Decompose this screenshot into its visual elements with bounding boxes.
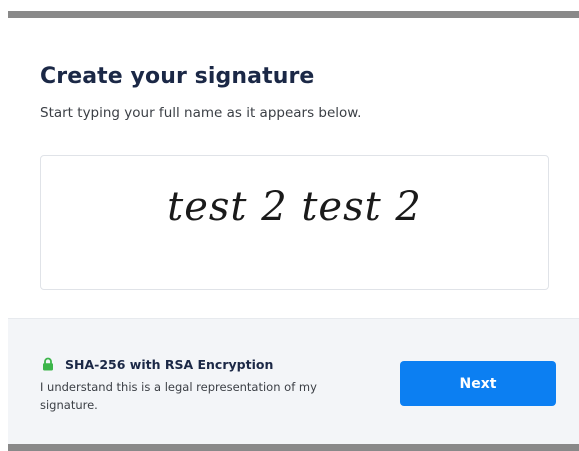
modal-title: Create your signature [40, 64, 315, 89]
overlay-top-edge [8, 11, 579, 18]
modal-subtitle: Start typing your full name as it appear… [40, 105, 362, 121]
signature-modal: Create your signature Start typing your … [8, 18, 579, 444]
screen: Create your signature Start typing your … [0, 0, 579, 451]
signature-preview-text: test 2 test 2 [167, 184, 422, 230]
signature-preview-box[interactable]: test 2 test 2 [40, 155, 549, 290]
modal-footer: SHA-256 with RSA Encryption I understand… [8, 318, 579, 444]
lock-icon [43, 357, 53, 371]
legal-notice: I understand this is a legal representat… [40, 380, 317, 412]
encryption-label: SHA-256 with RSA Encryption [65, 357, 274, 372]
next-button[interactable]: Next [400, 361, 556, 406]
overlay-bottom-edge [8, 444, 579, 451]
